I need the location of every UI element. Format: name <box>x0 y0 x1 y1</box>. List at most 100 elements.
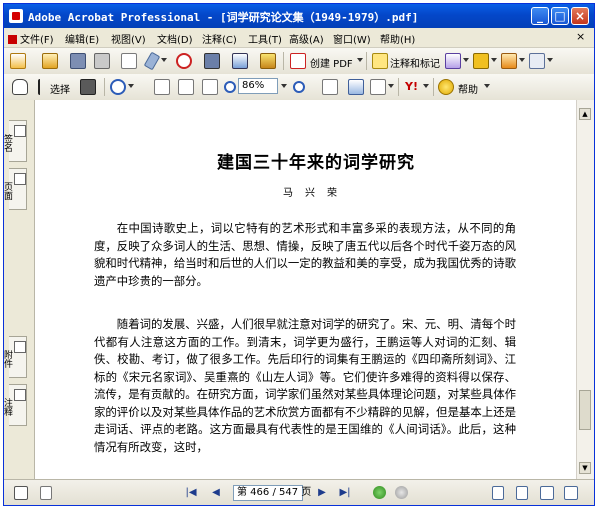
organizer-icon[interactable] <box>260 53 276 69</box>
save-icon[interactable] <box>70 53 86 69</box>
menu-close-doc-button[interactable]: × <box>576 30 585 43</box>
zoom-tool-dropdown-arrow[interactable] <box>128 84 134 88</box>
document-view[interactable]: 建国三十年来的词学研究 马兴荣 在中国诗歌史上，词以它特有的艺术形式和丰富多采的… <box>35 100 576 479</box>
menu-help[interactable]: 帮助(H) <box>380 31 415 46</box>
review-dropdown-arrow[interactable] <box>547 58 553 62</box>
scroll-down-icon[interactable]: ▼ <box>579 462 591 474</box>
title-bar[interactable]: Adobe Acrobat Professional - [词学研究论文集（19… <box>4 4 594 28</box>
page-navigation-dropdown-arrow[interactable] <box>388 84 394 88</box>
minimize-button[interactable]: _ <box>531 7 549 25</box>
document-author: 马兴荣 <box>283 188 349 199</box>
nav-tab-signatures[interactable]: 签名 <box>4 120 27 162</box>
read-out-loud-icon[interactable] <box>348 79 364 95</box>
search-binoculars-icon[interactable] <box>232 53 248 69</box>
fit-page-icon[interactable] <box>178 79 194 95</box>
nav-tab-pages[interactable]: 页面 <box>4 168 27 210</box>
secure-icon[interactable] <box>204 53 220 69</box>
menu-window[interactable]: 窗口(W) <box>333 31 371 46</box>
page-navigation-icon[interactable] <box>370 79 386 95</box>
toolbar-separator <box>398 78 399 96</box>
menu-view[interactable]: 视图(V) <box>111 31 146 46</box>
zoom-level-input[interactable]: 86% <box>238 78 278 94</box>
file-toolbar: 创建 PDF 注释和标记 <box>4 48 594 75</box>
attach-icon[interactable] <box>143 51 161 71</box>
status-bar: |◀ ◀ 第 466 / 547 页 ▶ ▶| <box>4 479 594 505</box>
sign-icon[interactable] <box>445 53 461 69</box>
secure-dropdown-arrow[interactable] <box>491 58 497 62</box>
vertical-scrollbar[interactable]: ▲ ▼ <box>576 100 594 479</box>
form-icon[interactable] <box>501 53 517 69</box>
comment-markup-button[interactable]: 注释和标记 <box>390 55 440 70</box>
maximize-button[interactable]: □ <box>551 7 569 25</box>
nav-tab-attachments[interactable]: 附件 <box>4 336 27 378</box>
document-paragraph: 在中国诗歌史上，词以它特有的艺术形式和丰富多采的表现方法，从不同的角度，反映了众… <box>94 221 516 288</box>
fit-width-icon[interactable] <box>202 79 218 95</box>
menu-advanced[interactable]: 高级(A) <box>289 31 324 46</box>
yahoo-dropdown-arrow[interactable] <box>423 84 429 88</box>
scroll-thumb[interactable] <box>579 390 591 430</box>
stamp-icon[interactable] <box>176 53 192 69</box>
open-icon[interactable] <box>10 53 26 69</box>
continuous-facing-icon[interactable] <box>564 486 578 500</box>
menu-edit[interactable]: 编辑(E) <box>65 31 99 46</box>
create-pdf-dropdown-arrow[interactable] <box>357 58 363 62</box>
options-icon[interactable] <box>14 486 28 500</box>
acrobat-app-icon[interactable] <box>9 9 23 23</box>
help-icon[interactable] <box>438 79 454 95</box>
create-pdf-button[interactable]: 创建 PDF <box>310 55 353 70</box>
menu-tools[interactable]: 工具(T) <box>248 31 282 46</box>
rotate-view-icon[interactable] <box>322 79 338 95</box>
create-pdf-icon[interactable] <box>290 53 306 69</box>
select-tool-icon[interactable] <box>38 79 46 95</box>
attach-dropdown-arrow[interactable] <box>161 58 167 62</box>
menu-bar: 文件(F) 编辑(E) 视图(V) 文档(D) 注释(C) 工具(T) 高级(A… <box>4 28 594 48</box>
zoom-out-icon[interactable] <box>224 81 236 93</box>
view-toolbar: 选择 86% Y! 帮助 <box>4 74 594 101</box>
menu-comments[interactable]: 注释(C) <box>202 31 237 46</box>
first-page-button[interactable]: |◀ <box>184 486 198 500</box>
app-window: Adobe Acrobat Professional - [词学研究论文集（19… <box>3 3 595 506</box>
hand-tool-icon[interactable] <box>12 79 28 95</box>
select-tool-button[interactable]: 选择 <box>50 81 70 96</box>
create-pdf-folder-icon[interactable] <box>42 53 58 69</box>
facing-icon[interactable] <box>540 486 554 500</box>
zoom-in-plus-icon[interactable] <box>293 81 305 93</box>
snapshot-icon[interactable] <box>80 79 96 95</box>
email-icon[interactable] <box>121 53 137 69</box>
go-forward-icon[interactable] <box>395 486 408 499</box>
lock-icon[interactable] <box>473 53 489 69</box>
toolbar-separator <box>433 78 434 96</box>
close-button[interactable]: × <box>571 7 589 25</box>
go-back-icon[interactable] <box>373 486 386 499</box>
yahoo-toolbar-icon[interactable]: Y! <box>405 79 421 95</box>
document-title: 建国三十年来的词学研究 <box>217 153 415 173</box>
nav-tab-comments[interactable]: 注释 <box>4 384 27 426</box>
continuous-icon[interactable] <box>516 486 528 500</box>
zoom-in-icon[interactable] <box>110 79 126 95</box>
sign-dropdown-arrow[interactable] <box>463 58 469 62</box>
page-number-field[interactable]: 第 466 / 547 页 <box>233 485 311 501</box>
previous-page-button[interactable]: ◀ <box>209 486 223 500</box>
menu-file[interactable]: 文件(F) <box>8 31 54 46</box>
last-page-button[interactable]: ▶| <box>338 486 352 500</box>
next-page-button[interactable]: ▶ <box>315 486 329 500</box>
help-button[interactable]: 帮助 <box>458 81 478 96</box>
zoom-dropdown-arrow[interactable] <box>281 84 287 88</box>
comment-note-icon[interactable] <box>372 53 388 69</box>
document-paragraph: 随着词的发展、兴盛，人们很早就注意对词学的研究了。宋、元、明、清每个时代都有人注… <box>94 317 516 454</box>
form-dropdown-arrow[interactable] <box>519 58 525 62</box>
review-icon[interactable] <box>529 53 545 69</box>
page-size-icon[interactable] <box>40 486 52 500</box>
menu-document[interactable]: 文档(D) <box>157 31 193 46</box>
navigation-pane: 签名 页面 附件 注释 <box>4 100 35 479</box>
single-page-icon[interactable] <box>492 486 504 500</box>
print-icon[interactable] <box>94 53 110 69</box>
toolbar-separator <box>366 52 367 70</box>
pdf-page: 建国三十年来的词学研究 马兴荣 在中国诗歌史上，词以它特有的艺术形式和丰富多采的… <box>91 100 541 479</box>
scroll-up-icon[interactable]: ▲ <box>579 108 591 120</box>
toolbar-separator <box>104 78 105 96</box>
window-title: Adobe Acrobat Professional - [词学研究论文集（19… <box>28 11 419 24</box>
actual-size-icon[interactable] <box>154 79 170 95</box>
menu-file-label: 文件(F) <box>20 35 54 46</box>
help-dropdown-arrow[interactable] <box>484 84 490 88</box>
